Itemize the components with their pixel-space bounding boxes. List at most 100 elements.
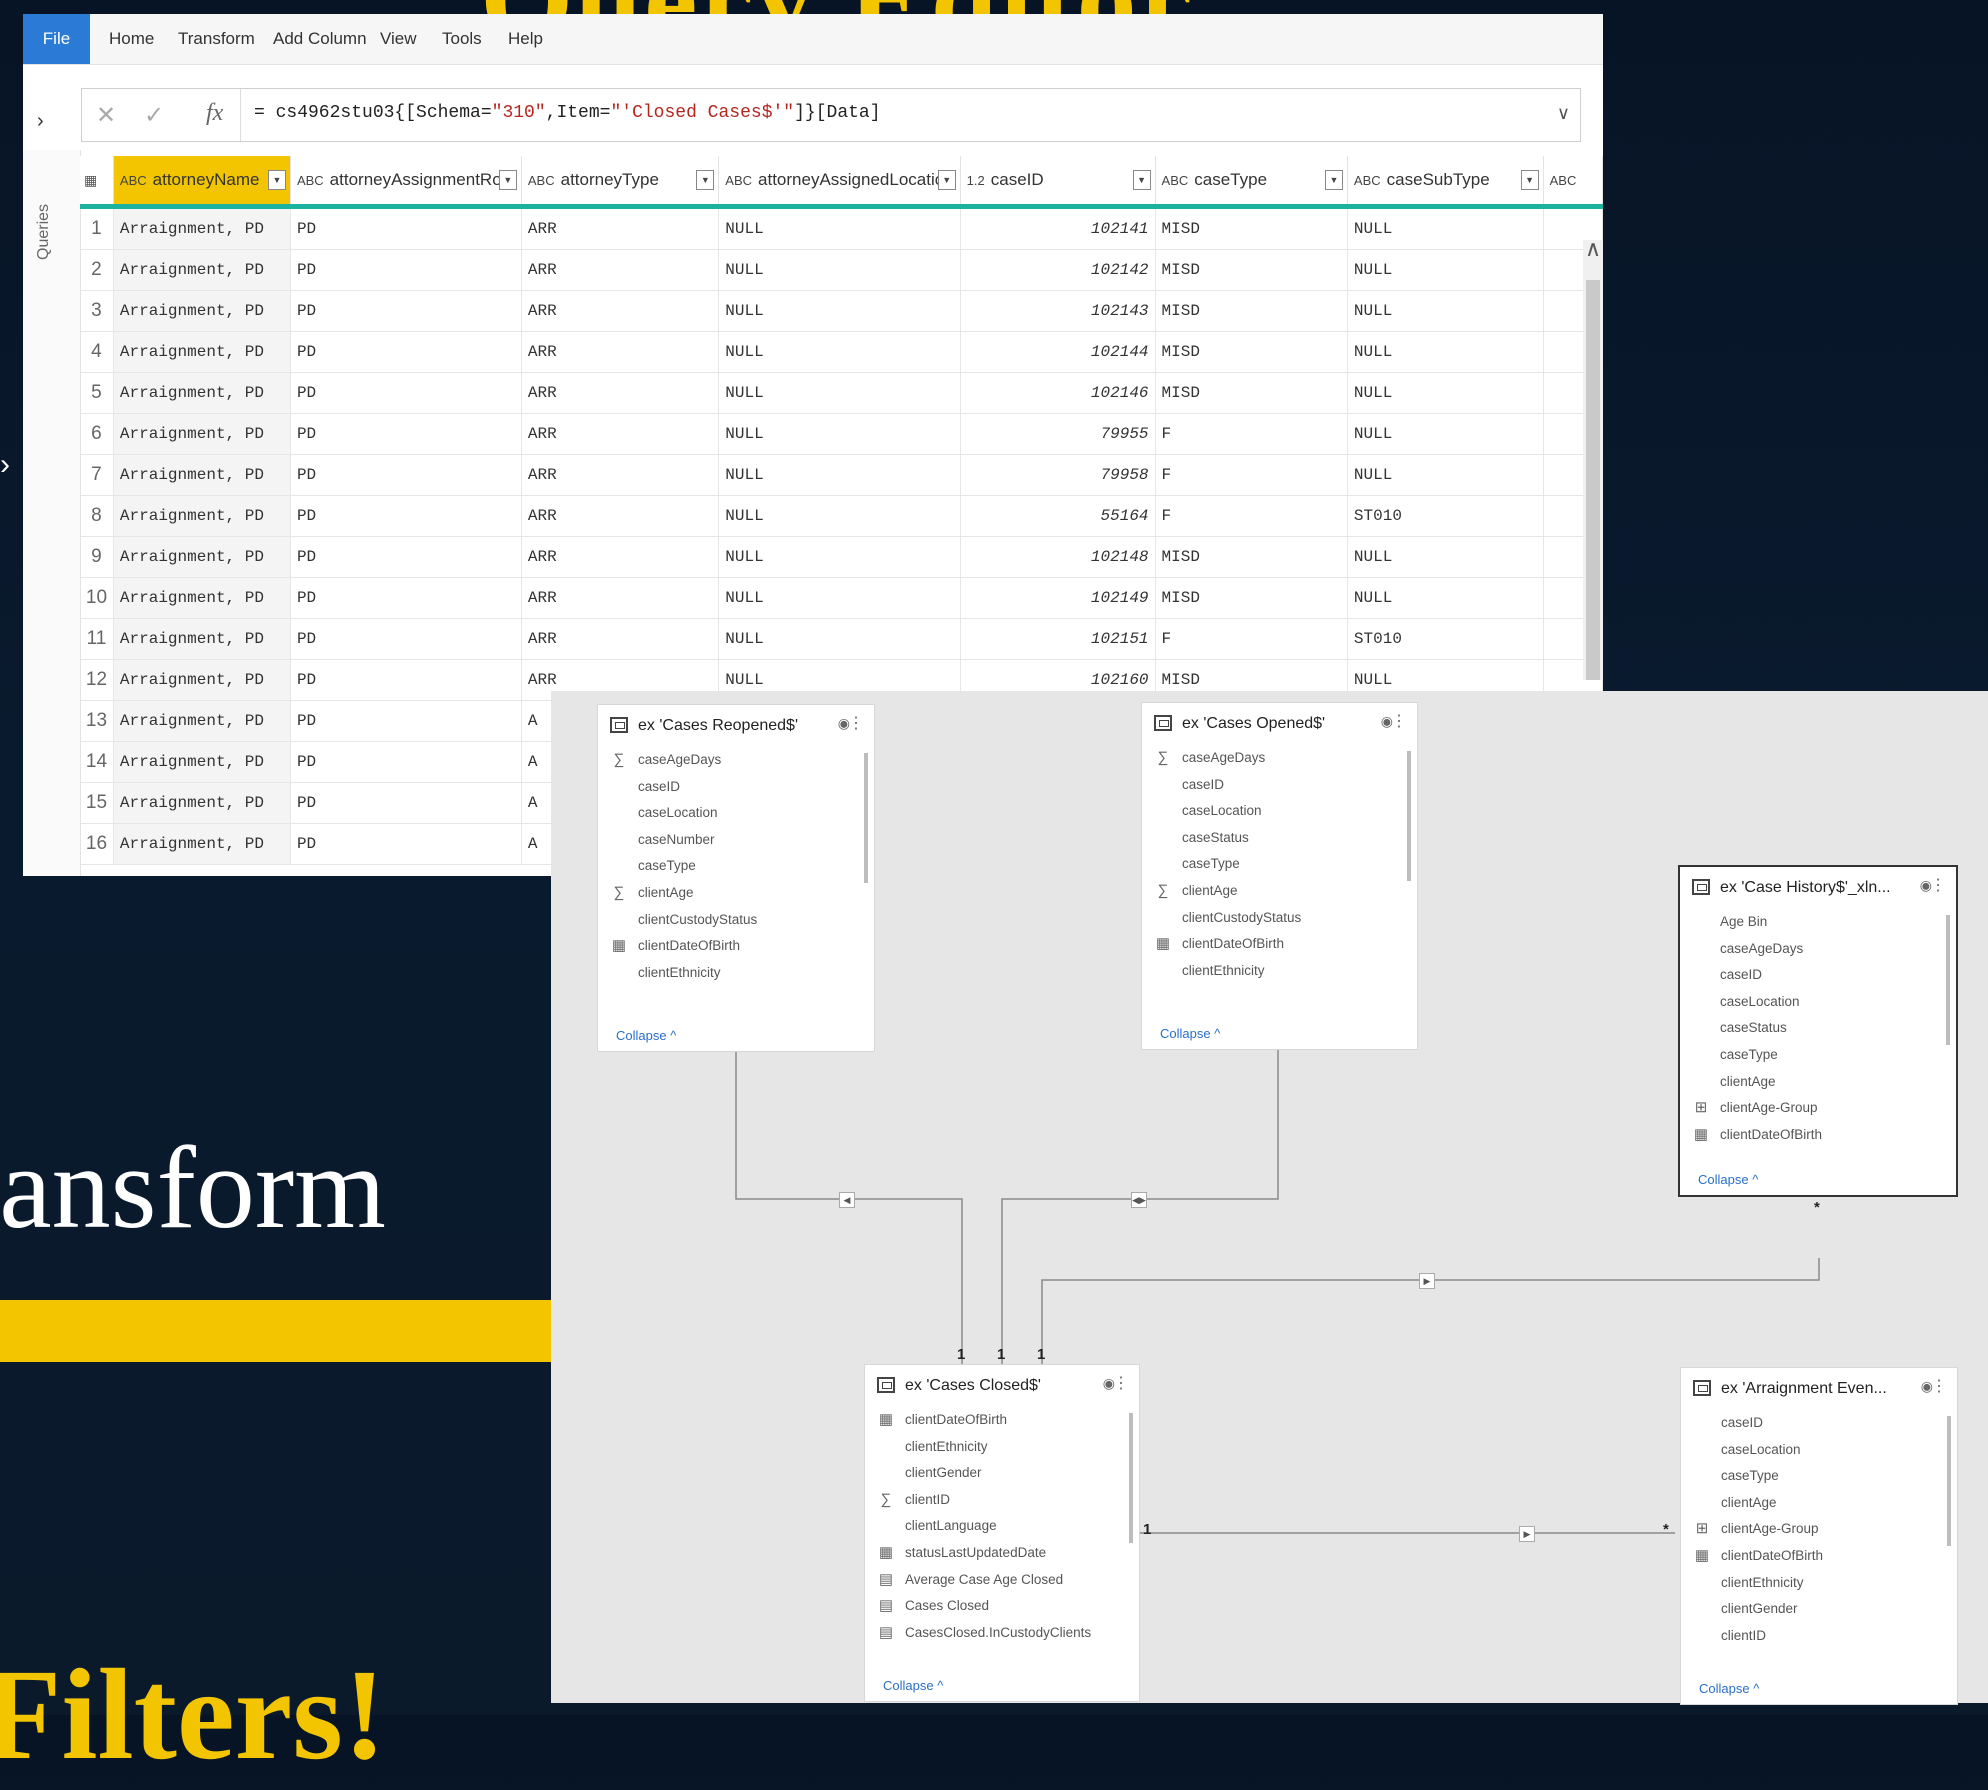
table-cell[interactable]: PD [290,659,522,701]
field-item[interactable]: clientAge [1681,1490,1957,1517]
table-cell[interactable]: Arraignment, PD [113,331,291,373]
table-cell[interactable]: NULL [1347,372,1544,414]
filter-dropdown-icon[interactable]: ▼ [1324,170,1343,190]
column-header[interactable]: ABC attorneyAssignedLocation ▼ [718,156,961,209]
table-card-cases-opened[interactable]: ex 'Cases Opened$' ◉ ⋮ ∑ caseAgeDays caseID ca… [1141,702,1418,1050]
table-cell[interactable]: MISD [1155,249,1348,291]
filter-dropdown-icon[interactable]: ▼ [937,170,956,190]
table-cell[interactable]: Arraignment, PD [113,495,291,537]
table-row[interactable]: 5 Arraignment, PD PD ARR NULL 102146 MISD NULL [80,372,1603,414]
field-item[interactable]: clientLanguage [865,1513,1139,1540]
table-cell[interactable]: Arraignment, PD [113,290,291,332]
table-cell[interactable]: PD [290,700,522,742]
card-scrollbar[interactable] [1946,915,1950,1045]
table-cell[interactable]: PD [290,536,522,578]
table-cell[interactable]: 102149 [960,577,1156,619]
filter-direction-icon[interactable]: ▶ [1519,1526,1535,1542]
table-cell[interactable]: MISD [1155,577,1348,619]
more-options-icon[interactable]: ⋮ [848,713,864,733]
tab-transform[interactable]: Transform [178,14,255,64]
row-number[interactable]: 9 [80,536,114,578]
table-cell[interactable]: PD [290,331,522,373]
more-options-icon[interactable]: ⋮ [1391,711,1407,731]
collapse-link[interactable]: Collapse ^ [1160,1026,1220,1041]
table-cell[interactable]: NULL [1347,577,1544,619]
table-cell[interactable]: NULL [1347,454,1544,496]
row-number[interactable]: 2 [80,249,114,291]
table-cell[interactable]: PD [290,249,522,291]
row-number[interactable]: 15 [80,782,114,824]
field-item[interactable]: caseID [1681,1410,1957,1437]
table-cell[interactable]: Arraignment, PD [113,618,291,660]
table-cell[interactable]: Arraignment, PD [113,206,291,250]
table-row[interactable]: 10 Arraignment, PD PD ARR NULL 102149 MISD NULL [80,577,1603,619]
table-cell[interactable]: MISD [1155,372,1348,414]
field-item[interactable]: clientCustodyStatus [1142,905,1417,932]
table-cell[interactable]: NULL [1347,290,1544,332]
table-cell[interactable]: Arraignment, PD [113,372,291,414]
more-options-icon[interactable]: ⋮ [1113,1373,1129,1393]
tab-file[interactable]: File [23,14,90,64]
table-cell[interactable]: PD [290,782,522,824]
field-item[interactable]: caseStatus [1142,825,1417,852]
table-cell[interactable]: MISD [1155,536,1348,578]
table-cell[interactable]: ARR [521,413,720,455]
table-cell[interactable]: PD [290,618,522,660]
column-header[interactable]: ABC caseType ▼ [1155,156,1348,209]
row-number[interactable]: 3 [80,290,114,332]
field-item[interactable]: clientEthnicity [865,1434,1139,1461]
field-item[interactable]: ▤ CasesClosed.InCustodyClients [865,1620,1139,1647]
field-item[interactable]: clientID [1681,1623,1957,1650]
field-item[interactable]: ∑ clientAge [1142,878,1417,905]
collapse-link[interactable]: Collapse ^ [1698,1172,1758,1187]
field-item[interactable]: caseType [1681,1463,1957,1490]
column-header[interactable]: ABC attorneyType ▼ [521,156,720,209]
table-menu-icon[interactable]: ▦ [80,156,114,209]
filter-direction-icon[interactable]: ◀▶ [1131,1192,1147,1208]
table-cell[interactable]: 102144 [960,331,1156,373]
table-cell[interactable]: PD [290,372,522,414]
table-cell[interactable]: ST010 [1347,618,1544,660]
collapse-link[interactable]: Collapse ^ [883,1678,943,1693]
table-cell[interactable]: PD [290,577,522,619]
column-header[interactable]: ABC caseSubType ▼ [1347,156,1544,209]
column-header[interactable]: 1.2 caseID ▼ [960,156,1156,209]
field-item[interactable]: ▦ clientDateOfBirth [1142,931,1417,958]
fx-icon[interactable]: fx [206,100,223,127]
field-item[interactable]: caseLocation [1680,989,1956,1016]
field-item[interactable]: caseStatus [1680,1015,1956,1042]
field-item[interactable]: clientAge [1680,1069,1956,1096]
table-row[interactable]: 2 Arraignment, PD PD ARR NULL 102142 MISD NULL [80,249,1603,291]
table-row[interactable]: 4 Arraignment, PD PD ARR NULL 102144 MISD NULL [80,331,1603,373]
field-item[interactable]: caseAgeDays [1680,936,1956,963]
row-number[interactable]: 10 [80,577,114,619]
table-cell[interactable]: ARR [521,454,720,496]
field-item[interactable]: ⊞ clientAge-Group [1681,1516,1957,1543]
table-cell[interactable]: Arraignment, PD [113,577,291,619]
row-number[interactable]: 4 [80,331,114,373]
commit-icon[interactable]: ✓ [144,101,164,130]
table-row[interactable]: 9 Arraignment, PD PD ARR NULL 102148 MISD NULL [80,536,1603,578]
table-card-cases-closed[interactable]: ex 'Cases Closed$' ◉ ⋮ ▦ clientDateOfBirth cl… [864,1364,1140,1702]
row-number[interactable]: 8 [80,495,114,537]
field-item[interactable]: ▦ clientDateOfBirth [865,1407,1139,1434]
filter-dropdown-icon[interactable]: ▼ [498,170,517,190]
table-cell[interactable]: PD [290,823,522,865]
table-cell[interactable]: ARR [521,372,720,414]
table-row[interactable]: 7 Arraignment, PD PD ARR NULL 79958 F NULL [80,454,1603,496]
table-cell[interactable]: ARR [521,495,720,537]
field-item[interactable]: ▦ statusLastUpdatedDate [865,1540,1139,1567]
field-item[interactable]: caseNumber [598,827,874,854]
more-options-icon[interactable]: ⋮ [1931,1376,1947,1396]
table-cell[interactable]: F [1155,454,1348,496]
table-cell[interactable]: ARR [521,618,720,660]
table-cell[interactable]: NULL [718,206,961,250]
vertical-scrollbar[interactable]: ∧ [1583,236,1603,680]
field-item[interactable]: clientGender [865,1460,1139,1487]
row-number[interactable]: 6 [80,413,114,455]
table-cell[interactable]: ARR [521,206,720,250]
table-cell[interactable]: NULL [718,249,961,291]
card-scrollbar[interactable] [1947,1416,1951,1546]
table-cell[interactable]: 102146 [960,372,1156,414]
field-item[interactable]: clientEthnicity [598,960,874,987]
